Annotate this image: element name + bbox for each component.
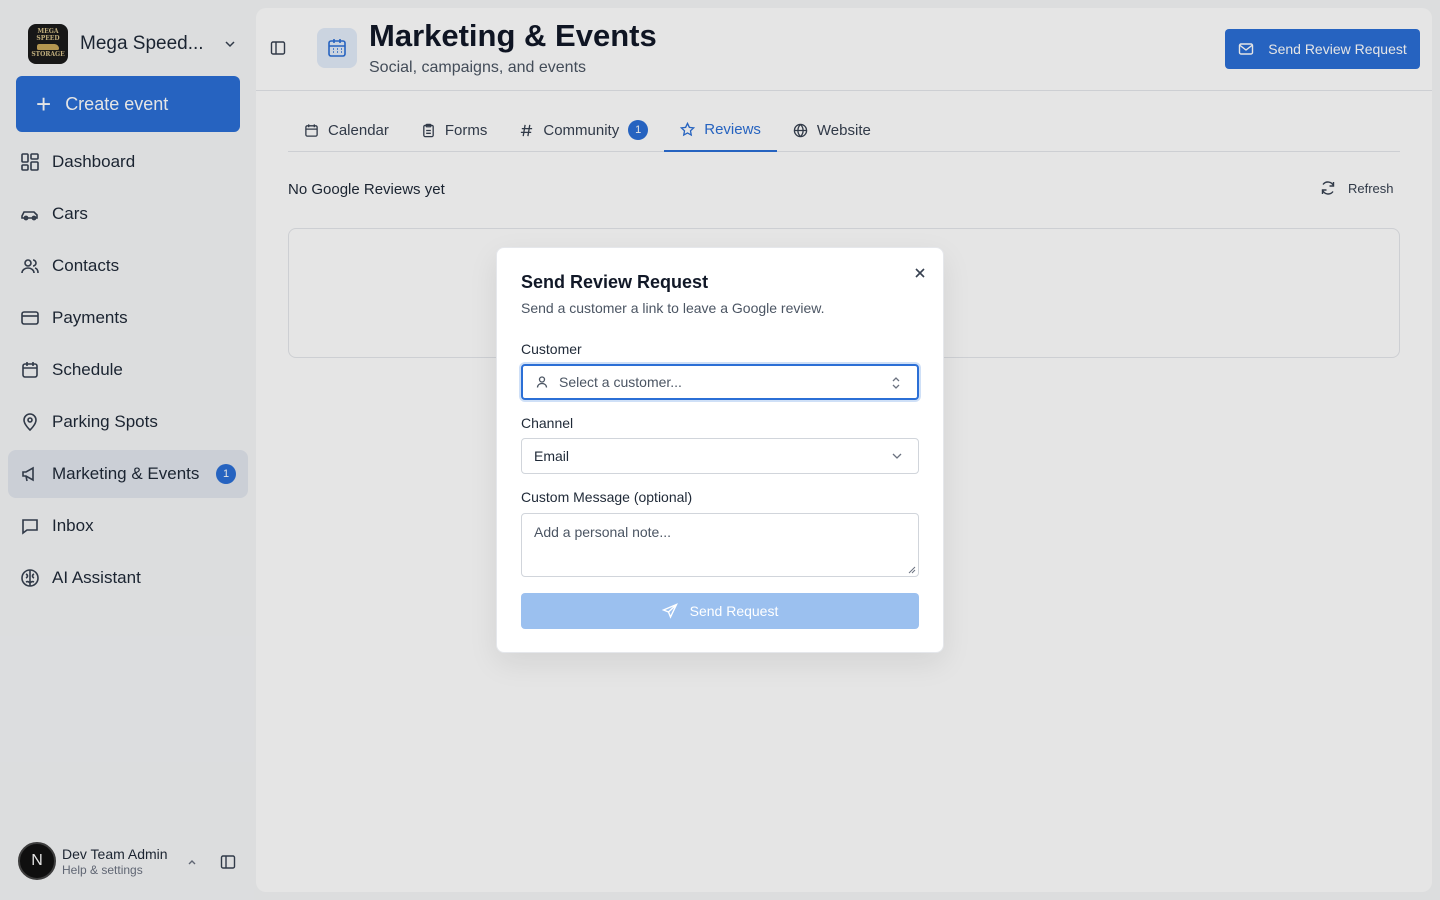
channel-label: Channel [521, 415, 574, 431]
user-icon [536, 376, 548, 388]
dialog-description: Send a customer a link to leave a Google… [521, 300, 825, 316]
close-icon[interactable] [913, 266, 927, 280]
send-icon [661, 603, 678, 619]
customer-select[interactable]: Select a customer... [521, 364, 919, 400]
custom-message-textarea[interactable]: Add a personal note... [521, 513, 919, 577]
chevron-down-icon [892, 453, 902, 459]
dialog-title: Send Review Request [521, 272, 709, 292]
send-request-button[interactable]: Send Request [521, 593, 919, 629]
customer-label: Customer [521, 341, 582, 357]
chevron-up-down-icon [892, 377, 900, 389]
send-review-request-dialog: Send Review Request Send a customer a li… [496, 247, 944, 653]
custom-message-label: Custom Message (optional) [521, 489, 693, 505]
resize-handle-icon[interactable] [908, 566, 916, 574]
channel-select[interactable]: Email [521, 438, 919, 474]
